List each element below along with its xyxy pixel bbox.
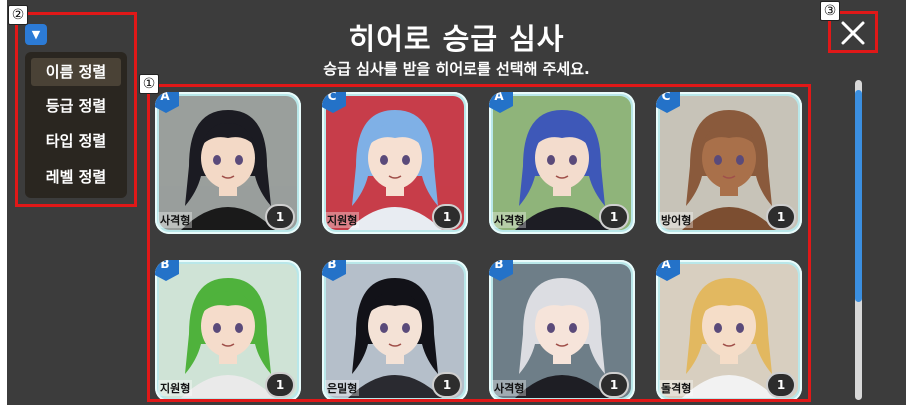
annotation-3: ③ [820,1,840,21]
scrollbar-thumb[interactable] [855,90,862,302]
game-screen: 히어로 승급 심사 승급 심사를 받을 히어로를 선택해 주세요. ▼ 이름 정… [7,0,906,405]
page-title: 히어로 승급 심사 [348,22,565,56]
highlight-box-grid [147,84,811,402]
highlight-box-sort [15,12,137,207]
annotation-1: ① [139,74,159,94]
annotation-2: ② [8,5,28,25]
